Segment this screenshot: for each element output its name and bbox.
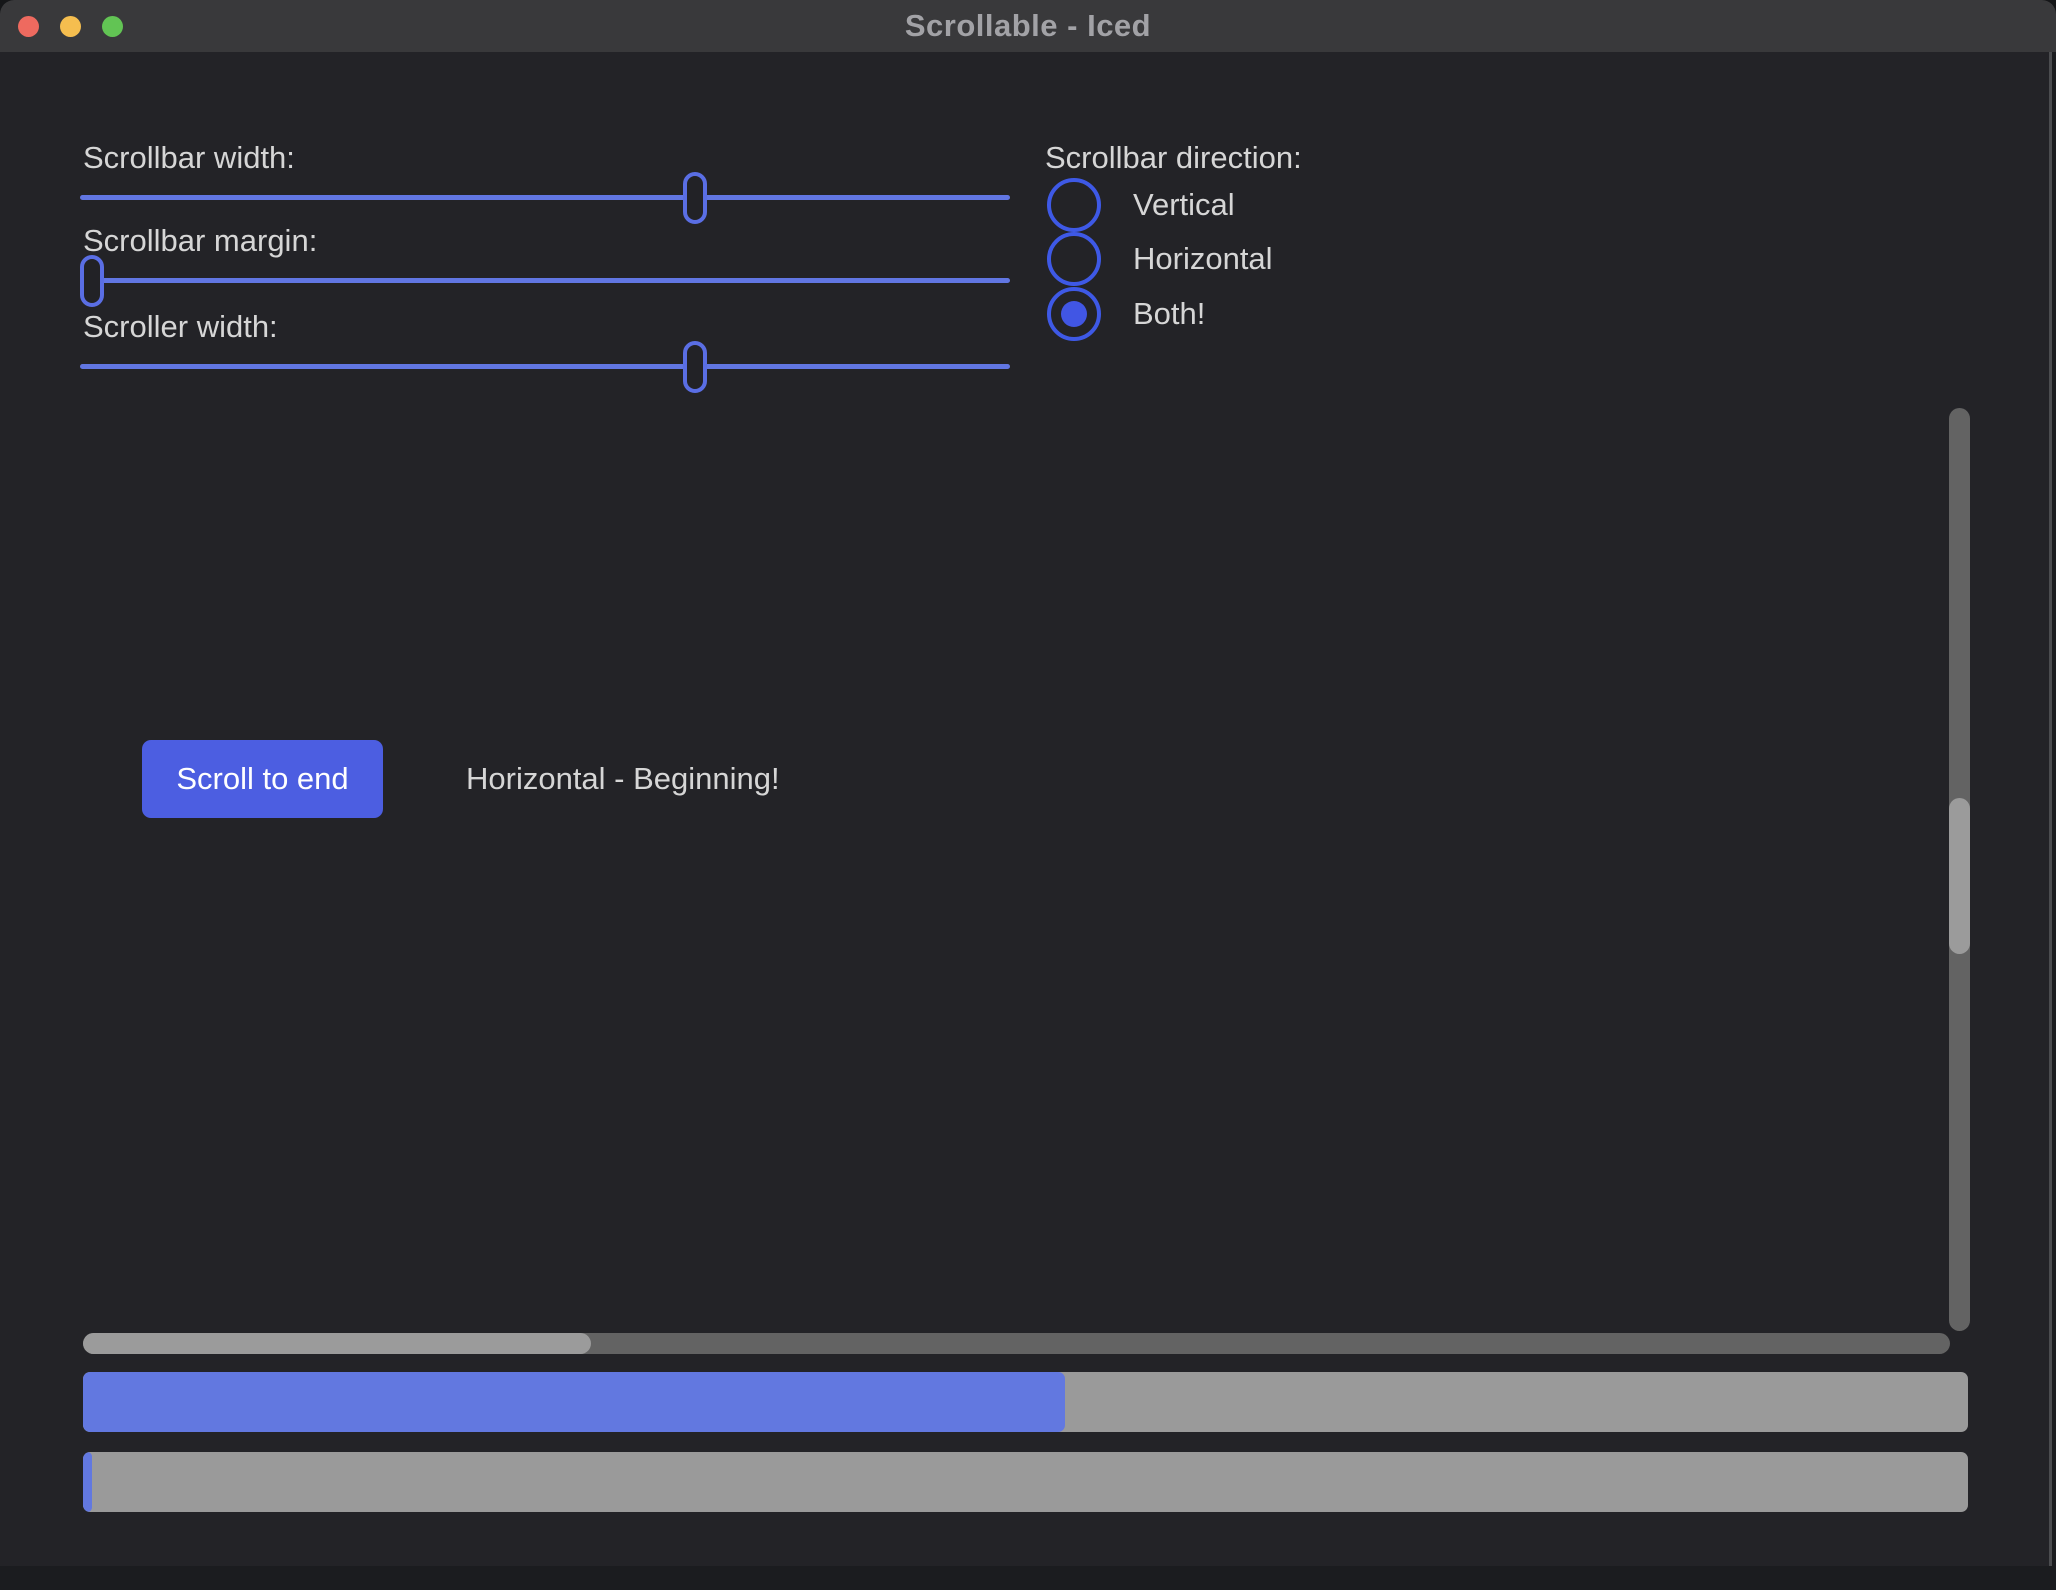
radio-option-label: Both! xyxy=(1133,296,1205,332)
scroll-to-end-button[interactable]: Scroll to end xyxy=(142,740,383,818)
scrollbar-width-slider[interactable] xyxy=(80,172,986,224)
vertical-scrollbar-track[interactable] xyxy=(1949,408,1970,1331)
minimize-icon[interactable] xyxy=(60,16,81,37)
window-title: Scrollable - Iced xyxy=(905,8,1151,44)
progress-bar-2-fill xyxy=(83,1452,92,1512)
scroll-status-text: Horizontal - Beginning! xyxy=(466,740,780,818)
title-bar: Scrollable - Iced xyxy=(0,0,2056,52)
close-icon[interactable] xyxy=(18,16,39,37)
radio-circle-selected-icon[interactable] xyxy=(1047,287,1101,341)
radio-circle-icon[interactable] xyxy=(1047,178,1101,232)
horizontal-scrollbar-track[interactable] xyxy=(83,1333,1950,1354)
radio-option-vertical[interactable]: Vertical xyxy=(1047,178,1235,232)
progress-bar-1-fill xyxy=(83,1372,1065,1432)
traffic-lights xyxy=(18,0,123,52)
slider-handle[interactable] xyxy=(80,255,104,307)
scrollbar-margin-slider[interactable] xyxy=(80,255,986,307)
radio-option-horizontal[interactable]: Horizontal xyxy=(1047,232,1273,286)
window-right-edge xyxy=(2049,52,2052,1566)
vertical-scrollbar-thumb[interactable] xyxy=(1949,798,1970,954)
app-window: Scrollable - Iced Scrollbar width: Scrol… xyxy=(0,0,2056,1590)
scrollbar-direction-label: Scrollbar direction: xyxy=(1045,138,1302,178)
radio-option-label: Horizontal xyxy=(1133,241,1273,277)
radio-circle-icon[interactable] xyxy=(1047,232,1101,286)
zoom-icon[interactable] xyxy=(102,16,123,37)
scroller-width-slider[interactable] xyxy=(80,341,986,393)
radio-option-label: Vertical xyxy=(1133,187,1235,223)
progress-bar-1 xyxy=(83,1372,1968,1432)
progress-bar-2 xyxy=(83,1452,1968,1512)
slider-handle[interactable] xyxy=(683,172,707,224)
radio-option-both[interactable]: Both! xyxy=(1047,287,1205,341)
horizontal-scrollbar-thumb[interactable] xyxy=(83,1333,591,1354)
slider-handle[interactable] xyxy=(683,341,707,393)
radio-dot-icon xyxy=(1061,301,1087,327)
